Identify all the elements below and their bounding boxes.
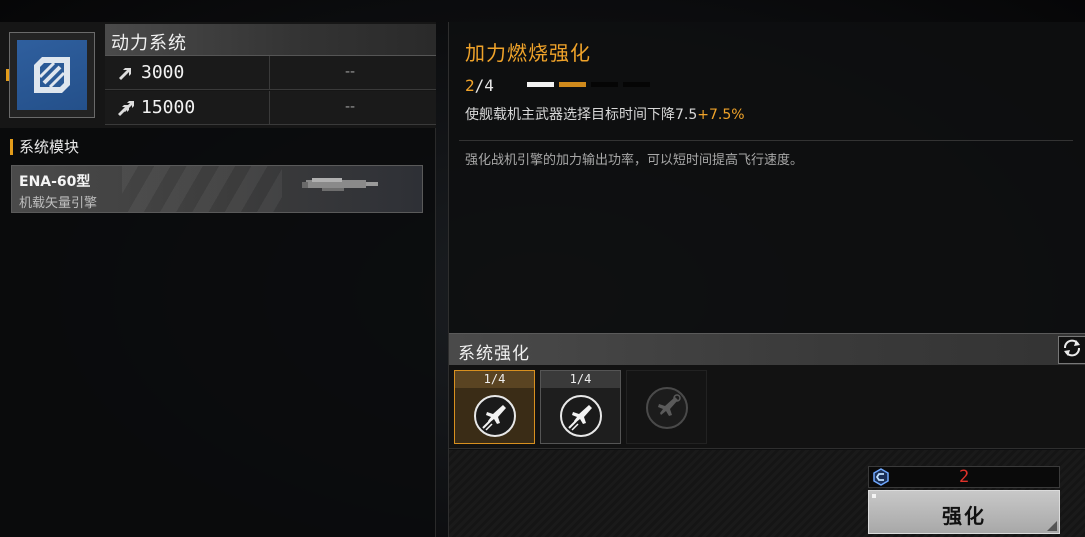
system-info-panel: 动力系统 3000 -- 15000 -- 系统模块 ENA-60型 机载矢量引… xyxy=(0,22,436,537)
chip-currency-icon xyxy=(872,468,890,490)
enhancement-slot-locked[interactable] xyxy=(626,370,707,444)
system-icon-frame xyxy=(9,32,95,118)
system-header: 动力系统 3000 -- 15000 -- xyxy=(0,22,436,128)
enhancement-header: 系统强化 xyxy=(449,333,1085,365)
level-max: /4 xyxy=(474,76,494,95)
level-pip xyxy=(591,82,618,87)
enhancement-title: 系统强化 xyxy=(458,344,530,364)
slot-count: 1/4 xyxy=(541,371,620,388)
skill-detail-panel: 加力燃烧强化 2/4 使舰载机主武器选择目标时间下降7.5+7.5% 强化战机引… xyxy=(448,22,1085,537)
level-pip xyxy=(559,82,586,87)
skill-title: 加力燃烧强化 xyxy=(465,41,591,65)
jet-locked-icon xyxy=(644,385,690,435)
module-subtitle: 机载矢量引擎 xyxy=(19,196,98,211)
stat-value: 15000 xyxy=(141,97,196,118)
level-pips xyxy=(527,82,650,87)
enhancement-slots: 1/4 1/4 xyxy=(449,365,1085,449)
jet-boost-icon xyxy=(558,393,604,443)
slot-count: 1/4 xyxy=(455,371,534,388)
effect-base: 使舰载机主武器选择目标时间下降7.5 xyxy=(465,107,698,123)
arrow-double-icon xyxy=(117,100,135,120)
module-section-label: 系统模块 xyxy=(10,139,79,155)
module-card[interactable]: ENA-60型 机载矢量引擎 xyxy=(11,165,423,213)
skill-description: 强化战机引擎的加力输出功率，可以短时间提高飞行速度。 xyxy=(465,153,804,168)
cost-value: 2 xyxy=(959,467,970,487)
refresh-icon xyxy=(1061,337,1083,363)
refresh-button[interactable] xyxy=(1058,336,1085,364)
level-current: 2 xyxy=(465,76,475,95)
stat-bonus: -- xyxy=(345,64,356,80)
effect-text: 使舰载机主武器选择目标时间下降7.5+7.5% xyxy=(465,104,745,124)
system-title: 动力系统 xyxy=(111,33,187,54)
level-pip xyxy=(623,82,650,87)
effect-bonus: +7.5% xyxy=(697,107,745,123)
enhance-button-label: 强化 xyxy=(942,504,986,528)
button-corner-dot xyxy=(872,494,876,498)
stat-value-cell: 15000 xyxy=(105,91,270,125)
enhance-button[interactable]: 强化 xyxy=(868,490,1060,534)
engine-module-icon xyxy=(302,174,382,200)
enhancement-slot[interactable]: 1/4 xyxy=(540,370,621,444)
divider xyxy=(459,140,1073,141)
module-name: ENA-60型 xyxy=(19,174,91,190)
cost-display: 2 xyxy=(868,466,1060,488)
stat-value: 3000 xyxy=(141,62,185,83)
button-corner-notch xyxy=(1047,521,1057,531)
level-pip xyxy=(527,82,554,87)
stat-row: 15000 -- xyxy=(105,91,436,125)
skill-level: 2/4 xyxy=(465,76,494,95)
module-card-stripes xyxy=(122,166,282,212)
arrow-single-icon xyxy=(117,65,133,84)
stat-value-cell: 3000 xyxy=(105,56,270,90)
stat-row: 3000 -- xyxy=(105,56,436,90)
boost-emblem-icon xyxy=(17,40,87,110)
stat-bonus: -- xyxy=(345,99,356,115)
enhancement-slot[interactable]: 1/4 xyxy=(454,370,535,444)
system-title-bar: 动力系统 xyxy=(105,24,436,56)
jet-boost-icon xyxy=(472,393,518,443)
action-area: 2 强化 xyxy=(449,450,1085,537)
